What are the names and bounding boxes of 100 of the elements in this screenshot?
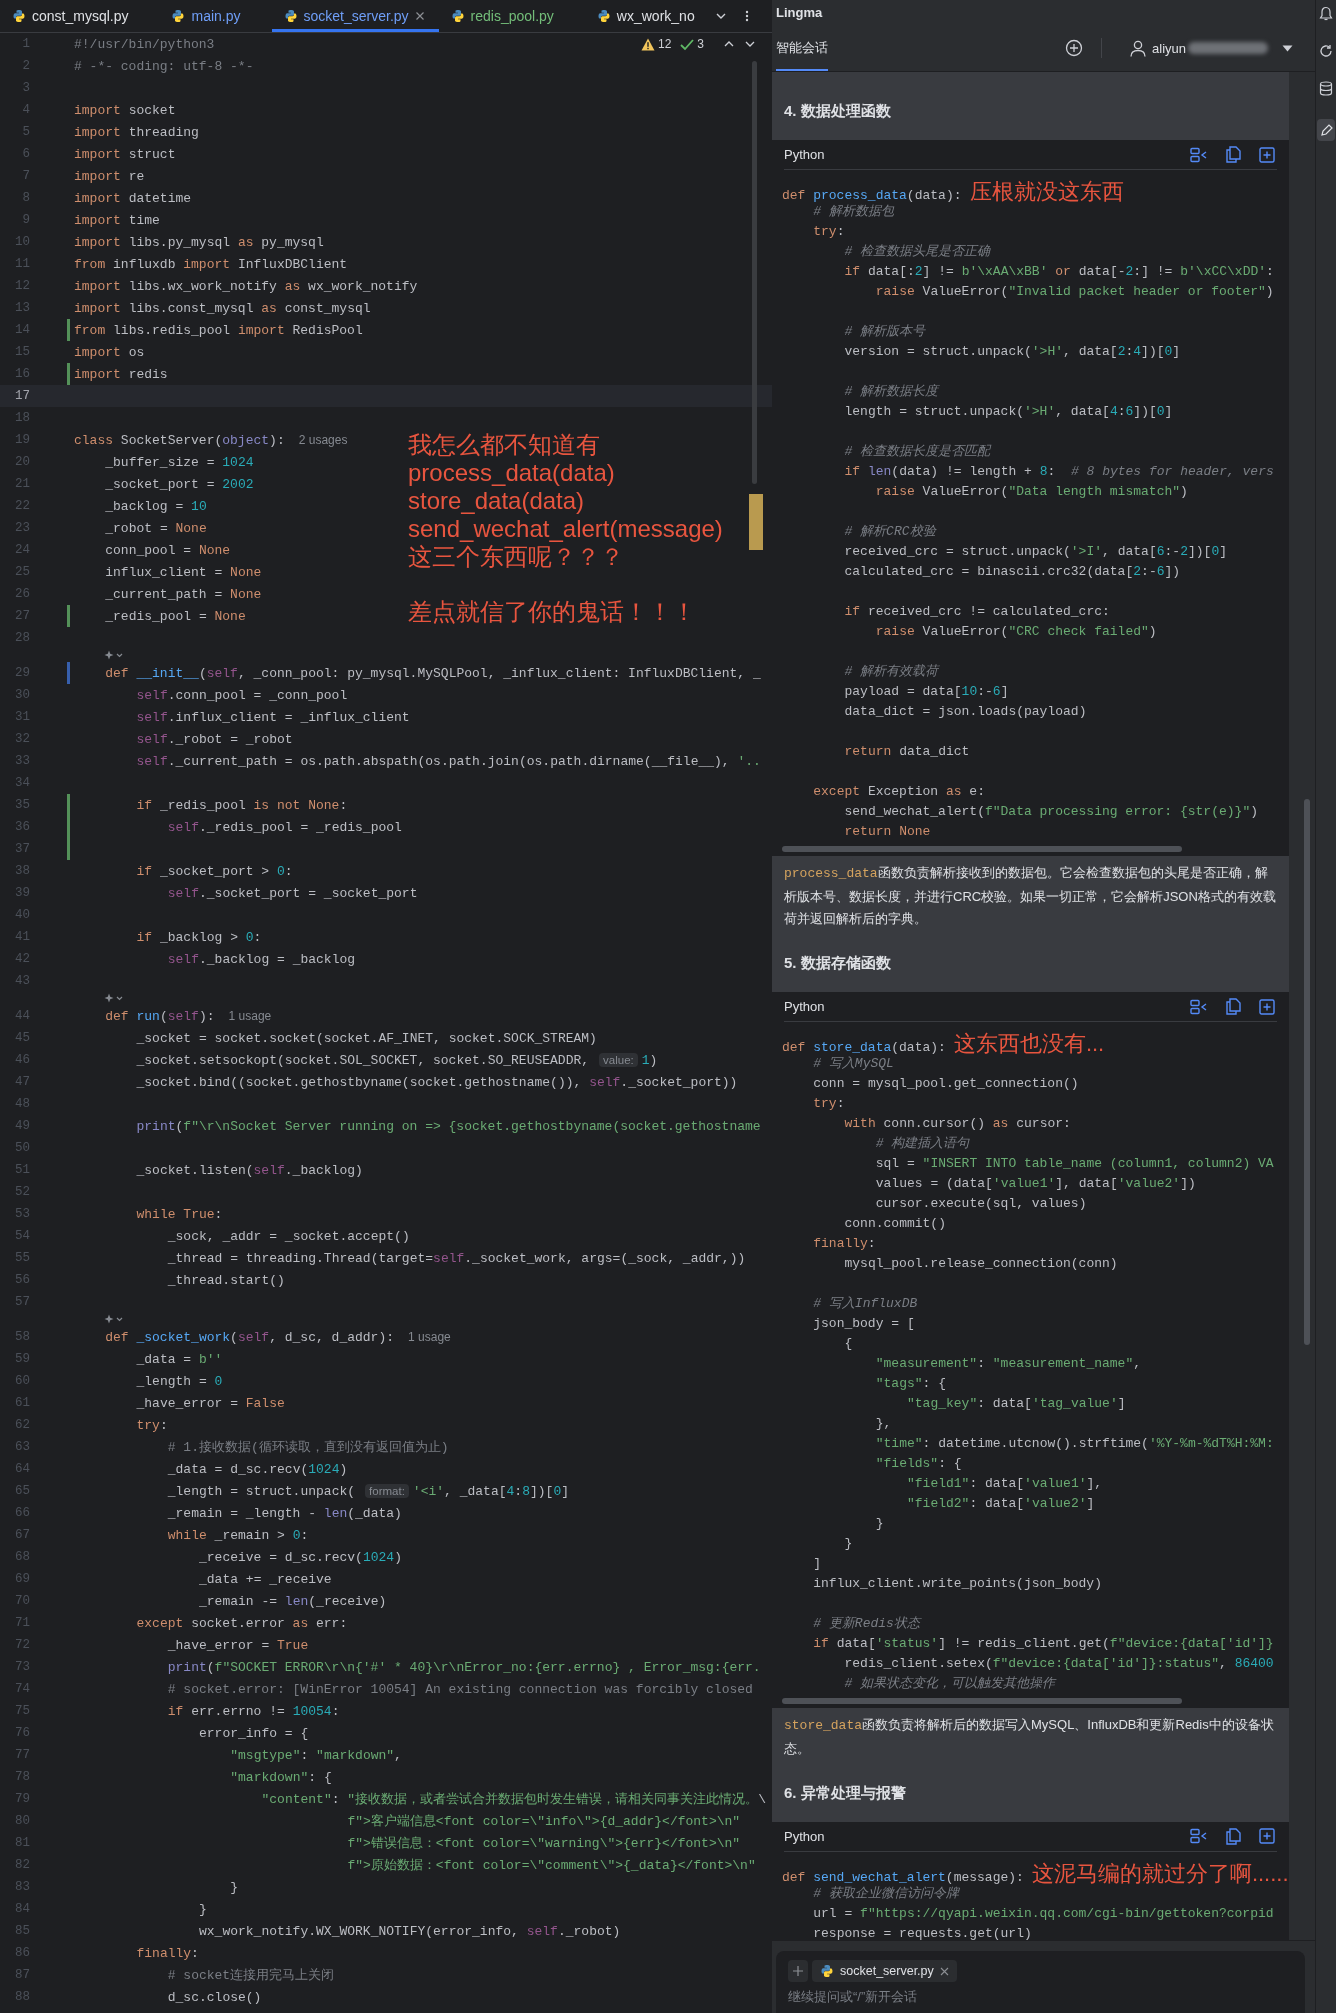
code-line: import datetime (74, 190, 192, 206)
plus-square-icon[interactable] (1259, 146, 1275, 163)
code-line: # 检查数据长度是否匹配 (843, 444, 991, 459)
warning-count: 12 (657, 37, 672, 51)
code-line: influx_client.write_points(json_body) (812, 1576, 1102, 1592)
file-tab[interactable]: const_mysql.py (0, 0, 160, 32)
python-icon (283, 9, 298, 23)
copy-icon[interactable] (1226, 146, 1241, 163)
insert-icon[interactable] (1190, 1828, 1208, 1844)
code-line: # -*- coding: utf-8 -*- (74, 58, 254, 74)
code-line: send_wechat_alert(f"Data processing error: {str(e)}") (843, 804, 1258, 819)
code-line: _thread = threading.Thread(target=self._socket_work, args=(_sock, _addr,)) (166, 1250, 746, 1266)
usage-hint[interactable]: 1 usage (228, 1009, 272, 1023)
code-line: received_crc = struct.unpack('>I', data[6:-2])[0] (843, 544, 1227, 559)
code-line: "field1": data['value1'], (906, 1476, 1103, 1492)
pen-icon[interactable] (1317, 119, 1335, 141)
code-line: # 解析数据包 (812, 204, 894, 219)
more-icon[interactable] (744, 9, 750, 23)
code-line: _socket.setsockopt(socket.SOL_SOCKET, socket.SO_REUSEADDR, (135, 1052, 590, 1068)
code-line: print(f"SOCKET ERROR\r\n{'#' * 40}\r\nError_no:{err.errno} , Error_msg:{err. (166, 1659, 761, 1675)
database-icon[interactable] (1319, 81, 1333, 96)
code-line: # 如果状态变化，可以触发其他操作 (843, 1676, 1056, 1692)
code-line: def __init__(self, _conn_pool: py_mysql.MySQLPool, _influx_client: InfluxDBClient, _ (104, 665, 761, 681)
scrollbar-thumb[interactable] (782, 1698, 1182, 1705)
code-line: # 写入MySQL (812, 1056, 894, 1072)
usage-hint[interactable]: 1 usage (408, 1330, 451, 1344)
annotation-text: 我怎么都不知道有 (408, 431, 601, 459)
close-icon[interactable] (939, 1966, 949, 1976)
code-line: if len(data) != length + 8: # 8 bytes for header, vers (843, 464, 1274, 479)
code-line: response = requests.get(url) (812, 1925, 1032, 1940)
code-line: length = struct.unpack('>H', data[4:6])[0] (843, 404, 1173, 419)
code-line: { (843, 1336, 853, 1352)
line-number: 17 (14, 389, 30, 403)
code-line: if data['status'] != redis_client.get(f"device:{data['id']} (812, 1636, 1274, 1652)
code-line: 1) (641, 1052, 658, 1068)
file-tab[interactable]: wx_work_no (584, 0, 705, 32)
code-line: import libs.py_mysql as py_mysql (74, 234, 324, 250)
code-line: "fields": { (874, 1456, 962, 1472)
insert-icon[interactable] (1190, 998, 1208, 1015)
annotation-text: 压根就没这东西 (969, 179, 1124, 204)
scrollbar-thumb[interactable] (782, 846, 1182, 852)
scrollbar-thumb[interactable] (752, 61, 757, 484)
code-line: # socket.error: [WinError 10054] An existing connection was forcibly closed (166, 1681, 753, 1697)
code-line: "content": "接收数据，或者尝试合并数据包时发生错误，请相关同事关注此情况。\ (260, 1791, 766, 1808)
caret-down-icon[interactable] (1282, 44, 1293, 52)
usage-hint[interactable]: 2 usages (298, 433, 348, 447)
sparkle-dropdown-icon[interactable] (104, 1314, 124, 1325)
code-line: self._socket_port = _socket_port (166, 885, 418, 901)
code-line: # 检查数据头尾是否正确 (843, 244, 991, 259)
code-line: def run(self): (104, 1008, 215, 1024)
sparkle-dropdown-icon[interactable] (104, 993, 124, 1004)
copy-icon[interactable] (1226, 1827, 1241, 1845)
code-line: self._redis_pool = _redis_pool (166, 819, 402, 835)
code-line: # 构建插入语句 (874, 1136, 970, 1152)
annotation-text: send_wechat_alert(message) (408, 515, 723, 543)
python-icon (12, 9, 26, 23)
scrollbar-thumb[interactable] (1304, 799, 1310, 1345)
code-line: except Exception as e: (812, 784, 985, 799)
add-context-button[interactable] (788, 1960, 808, 1982)
code-line: raise ValueError("Data length mismatch") (874, 484, 1188, 499)
code-line: mysql_pool.release_connection(conn) (843, 1256, 1118, 1272)
plus-icon (793, 1966, 803, 1976)
file-tab[interactable]: socket_server.py (271, 0, 439, 32)
code-line: raise ValueError("Invalid packet header or footer") (874, 284, 1274, 299)
code-line: try: (812, 224, 845, 239)
user-icon[interactable] (1130, 39, 1147, 57)
code-line: # socket连接用完马上关闭 (166, 1967, 335, 1984)
code-line: except socket.error as err: (135, 1615, 348, 1631)
code-line: } (843, 1536, 853, 1552)
code-line: try: (812, 1096, 845, 1112)
copy-icon[interactable] (1226, 998, 1241, 1016)
code-line: if _socket_port > 0: (135, 863, 293, 879)
circular-arrow-icon[interactable] (1319, 44, 1333, 58)
code-line: def _socket_work(self, d_sc, d_addr): (104, 1329, 395, 1345)
panel-title: Lingma (775, 4, 824, 22)
code-line: "markdown": { (229, 1769, 332, 1785)
insert-icon[interactable] (1190, 146, 1208, 163)
check-count: 3 (697, 37, 704, 51)
code-line: while True: (135, 1206, 223, 1222)
code-line: calculated_crc = binascii.crc32(data[2:-6]) (843, 564, 1181, 579)
plus-circle-icon[interactable] (1065, 39, 1084, 57)
code-line: if _backlog > 0: (135, 929, 262, 945)
code-line: version = struct.unpack('>H', data[2:4])[0] (843, 344, 1181, 359)
close-icon[interactable] (414, 11, 425, 21)
file-tab[interactable]: redis_pool.py (438, 0, 585, 32)
sparkle-dropdown-icon[interactable] (104, 650, 124, 661)
file-tab[interactable]: main.py (159, 0, 272, 32)
warning-icon[interactable] (640, 37, 655, 51)
plus-square-icon[interactable] (1259, 998, 1275, 1015)
parameter-hint: value: (599, 1053, 638, 1067)
plus-square-icon[interactable] (1259, 1828, 1275, 1844)
code-line: _data = b'' (135, 1351, 223, 1367)
check-icon[interactable] (680, 37, 695, 51)
account-name[interactable]: aliyun (1152, 40, 1186, 56)
code-line: f">错误信息：<font color=\"warning\">{err}</font>\n" (346, 1835, 741, 1852)
bell-icon[interactable] (1319, 6, 1333, 21)
code-line: } (198, 1901, 207, 1917)
chat-tab[interactable]: 智能会话 (776, 25, 828, 71)
chat-input-field[interactable]: 继续提问或“/”新开会话 (788, 1989, 1088, 2004)
file-chip[interactable]: socket_server.py (812, 1960, 957, 1982)
